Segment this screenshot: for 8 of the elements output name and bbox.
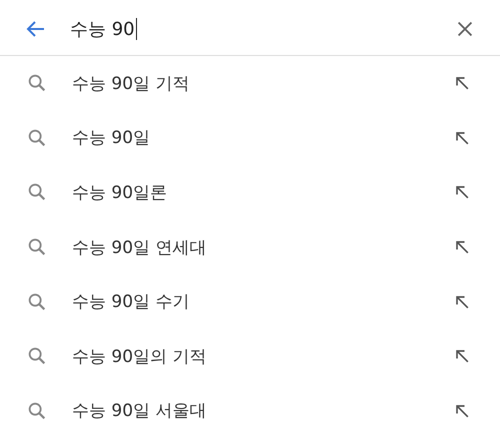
- suggestion-text[interactable]: 수능 90일의 기적: [72, 344, 452, 368]
- search-field[interactable]: 수능 90: [70, 17, 454, 41]
- suggestion-text[interactable]: 수능 90일 수기: [72, 290, 452, 314]
- suggestion-text[interactable]: 수능 90일: [72, 126, 452, 150]
- suggestion-text[interactable]: 수능 90일 서울대: [72, 399, 452, 422]
- suggestion-text[interactable]: 수능 90일 기적: [72, 72, 452, 95]
- suggestion-text[interactable]: 수능 90일론: [72, 180, 452, 204]
- suggestion-text[interactable]: 수능 90일 연세대: [72, 236, 452, 259]
